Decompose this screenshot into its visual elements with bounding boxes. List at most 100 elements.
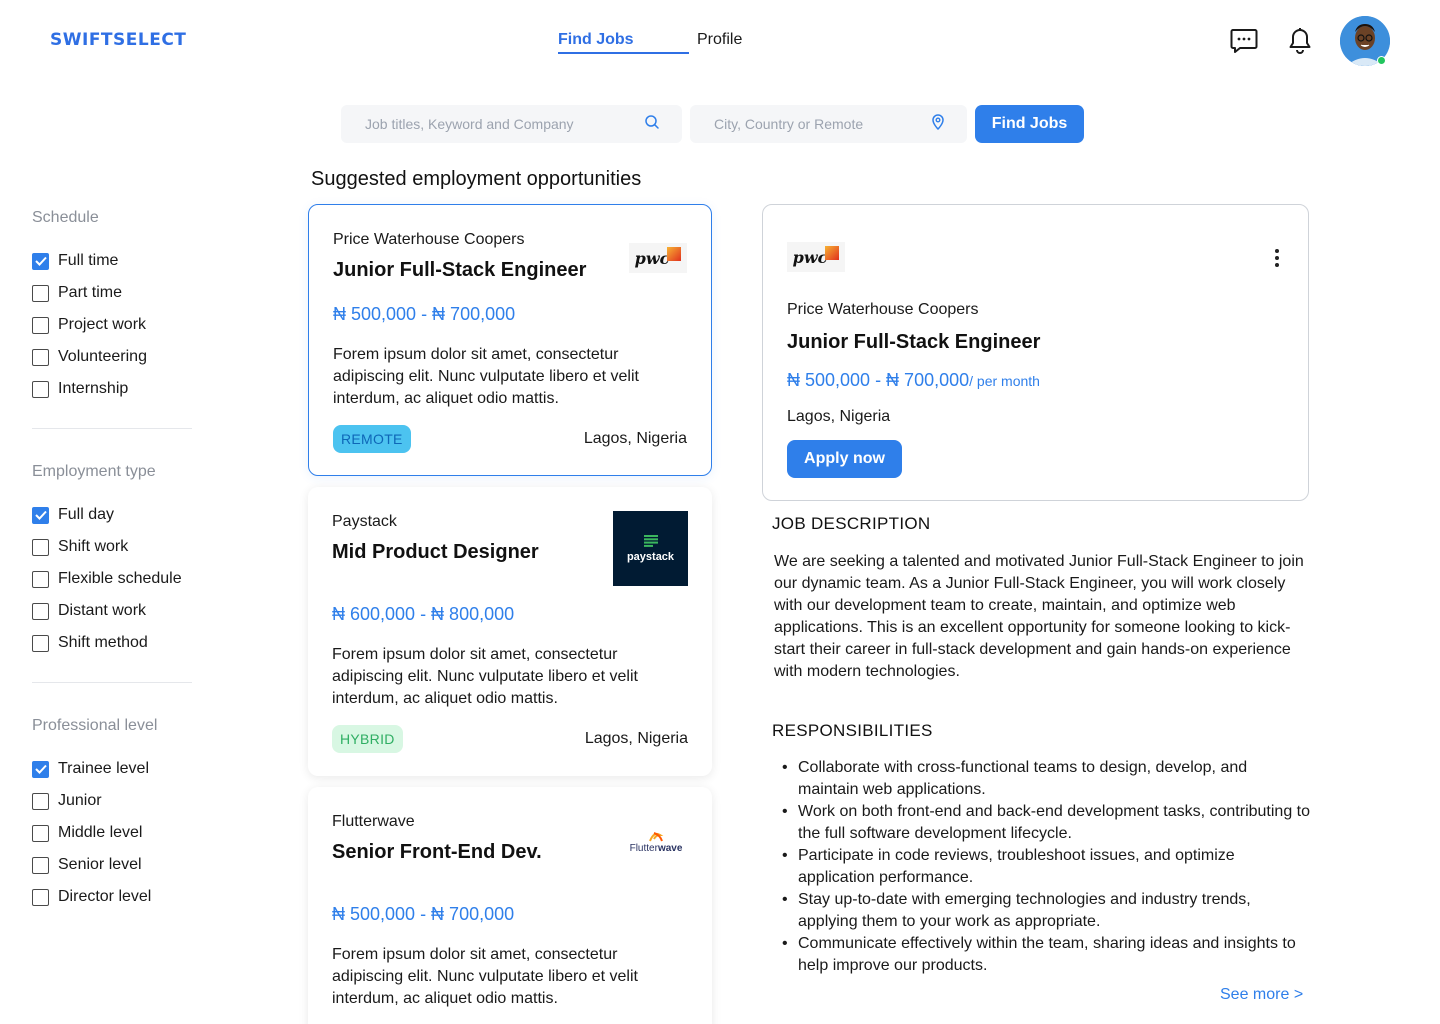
- filter-heading: Schedule: [32, 209, 99, 226]
- filter-group-employment-type: Employment type Full day Shift work Flex…: [32, 463, 182, 659]
- job-tag-hybrid: HYBRID: [332, 725, 403, 753]
- detail-job-title: Junior Full-Stack Engineer: [787, 331, 1041, 353]
- detail-location: Lagos, Nigeria: [787, 408, 891, 425]
- location-search-box[interactable]: [690, 105, 967, 143]
- job-card-selected[interactable]: Price Waterhouse Coopers Junior Full-Sta…: [308, 204, 712, 476]
- checkbox[interactable]: [32, 570, 49, 588]
- filter-option[interactable]: Shift method: [32, 627, 182, 659]
- responsibilities-list: Collaborate with cross-functional teams …: [780, 757, 1310, 977]
- see-more-link[interactable]: See more >: [1220, 986, 1303, 1004]
- paystack-logo: paystack: [613, 511, 688, 586]
- keyword-search-input[interactable]: [365, 116, 625, 132]
- job-company: Flutterwave: [332, 813, 415, 830]
- job-detail-card: pwc Price Waterhouse Coopers Junior Full…: [762, 204, 1309, 501]
- filter-option-label: Part time: [58, 284, 123, 301]
- pwc-logo: pwc: [787, 242, 845, 272]
- job-description-heading: JOB DESCRIPTION: [772, 514, 931, 533]
- checkbox[interactable]: [32, 538, 49, 556]
- filter-option[interactable]: Part time: [32, 277, 147, 309]
- apply-now-button[interactable]: Apply now: [787, 440, 902, 478]
- checkbox[interactable]: [32, 348, 49, 366]
- filter-option[interactable]: Full day: [32, 499, 182, 531]
- job-salary: ₦ 600,000 - ₦ 800,000: [332, 604, 515, 624]
- filter-option-label: Internship: [58, 380, 129, 397]
- job-description: Forem ipsum dolor sit amet, consectetur …: [332, 646, 638, 707]
- filter-option-label: Volunteering: [58, 348, 147, 365]
- nav-find-jobs[interactable]: Find Jobs: [558, 30, 689, 54]
- bell-icon[interactable]: [1285, 26, 1315, 56]
- job-location: Lagos, Nigeria: [583, 430, 687, 447]
- filter-divider: [32, 428, 192, 429]
- chat-icon[interactable]: [1229, 26, 1259, 56]
- filter-option[interactable]: Junior: [32, 785, 157, 817]
- filter-option[interactable]: Middle level: [32, 817, 157, 849]
- filter-option-label: Full day: [58, 506, 115, 523]
- job-tag-remote: REMOTE: [333, 425, 411, 453]
- filter-option-label: Director level: [58, 888, 152, 905]
- responsibility-item: Work on both front-end and back-end deve…: [780, 801, 1310, 845]
- checkbox[interactable]: [32, 602, 49, 620]
- responsibility-item: Participate in code reviews, troubleshoo…: [780, 845, 1310, 889]
- filter-option-label: Trainee level: [58, 760, 150, 777]
- filter-option[interactable]: Full time: [32, 245, 147, 277]
- filter-option[interactable]: Internship: [32, 373, 147, 405]
- filter-option-label: Middle level: [58, 824, 143, 841]
- keyword-search-box[interactable]: [341, 105, 682, 143]
- filter-option-label: Full time: [58, 252, 119, 269]
- filter-heading: Employment type: [32, 463, 156, 480]
- filter-option[interactable]: Director level: [32, 881, 157, 913]
- checkbox-checked[interactable]: [32, 252, 49, 270]
- responsibility-item: Stay up-to-date with emerging technologi…: [780, 889, 1310, 933]
- job-description: Forem ipsum dolor sit amet, consectetur …: [333, 346, 639, 407]
- checkbox[interactable]: [32, 380, 49, 398]
- nav-profile[interactable]: Profile: [697, 30, 742, 50]
- filter-group-professional-level: Professional level Trainee level Junior …: [32, 717, 157, 913]
- filter-option[interactable]: Shift work: [32, 531, 182, 563]
- section-title: Suggested employment opportunities: [311, 168, 642, 190]
- filter-heading: Professional level: [32, 717, 158, 734]
- filter-option[interactable]: Flexible schedule: [32, 563, 182, 595]
- filter-option-label: Flexible schedule: [58, 570, 182, 587]
- checkbox-checked[interactable]: [32, 506, 49, 524]
- filter-option[interactable]: Trainee level: [32, 753, 157, 785]
- online-status-dot: [1377, 56, 1386, 65]
- checkbox-checked[interactable]: [32, 760, 49, 778]
- filter-option-label: Distant work: [58, 602, 147, 619]
- filter-option[interactable]: Senior level: [32, 849, 157, 881]
- responsibility-item: Collaborate with cross-functional teams …: [780, 757, 1310, 801]
- filter-option-label: Shift method: [58, 634, 148, 651]
- job-location: Lagos, Nigeria: [584, 730, 688, 747]
- job-description-text: We are seeking a talented and motivated …: [774, 553, 1304, 680]
- checkbox[interactable]: [32, 634, 49, 652]
- flutterwave-logo: Flutterwave: [624, 831, 688, 861]
- filter-divider: [32, 682, 192, 683]
- job-salary: ₦ 500,000 - ₦ 700,000: [332, 904, 515, 924]
- job-card[interactable]: Flutterwave Senior Front-End Dev. Flutte…: [308, 787, 712, 1024]
- filter-option[interactable]: Project work: [32, 309, 147, 341]
- app-logo[interactable]: SWIFTSELECT: [50, 30, 186, 50]
- search-icon[interactable]: [644, 114, 660, 135]
- job-description: Forem ipsum dolor sit amet, consectetur …: [332, 946, 638, 1007]
- checkbox[interactable]: [32, 888, 49, 906]
- checkbox[interactable]: [32, 316, 49, 334]
- filter-option[interactable]: Volunteering: [32, 341, 147, 373]
- detail-company: Price Waterhouse Coopers: [787, 301, 979, 318]
- checkbox[interactable]: [32, 824, 49, 842]
- responsibilities-heading: RESPONSIBILITIES: [772, 721, 933, 740]
- job-card[interactable]: Paystack Mid Product Designer paystack ₦…: [308, 487, 712, 776]
- filter-option[interactable]: Distant work: [32, 595, 182, 627]
- checkbox[interactable]: [32, 856, 49, 874]
- find-jobs-button[interactable]: Find Jobs: [975, 105, 1084, 143]
- location-pin-icon[interactable]: [931, 113, 945, 135]
- filter-option-label: Senior level: [58, 856, 142, 873]
- checkbox[interactable]: [32, 792, 49, 810]
- filter-option-label: Shift work: [58, 538, 129, 555]
- checkbox[interactable]: [32, 284, 49, 302]
- more-options-icon[interactable]: [1274, 249, 1280, 267]
- responsibility-item: Communicate effectively within the team,…: [780, 933, 1310, 977]
- location-search-input[interactable]: [714, 116, 914, 132]
- filter-option-label: Junior: [58, 792, 102, 809]
- job-salary: ₦ 500,000 - ₦ 700,000: [333, 304, 516, 324]
- filter-option-label: Project work: [58, 316, 147, 333]
- filter-group-schedule: Schedule Full time Part time Project wor…: [32, 209, 147, 405]
